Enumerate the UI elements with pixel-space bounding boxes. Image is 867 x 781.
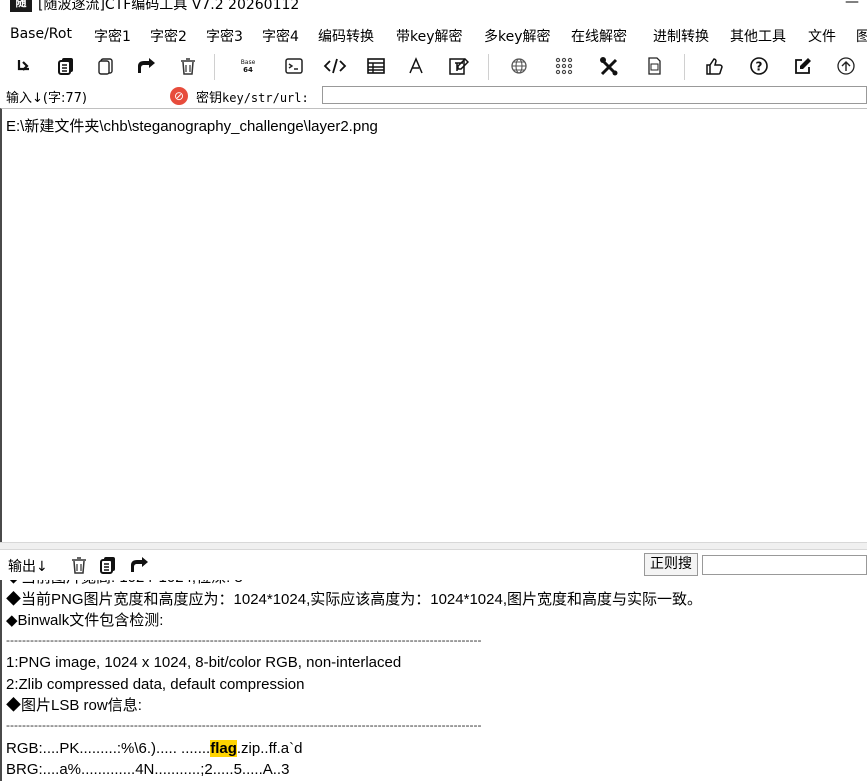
rgb-suffix: .zip..ff.a`d <box>236 740 303 757</box>
menu-key-decrypt[interactable]: 带key解密 <box>396 26 463 46</box>
menu-cipher-2[interactable]: 字密2 <box>150 26 187 46</box>
output-line: 1:PNG image, 1024 x 1024, 8-bit/color RG… <box>6 654 402 671</box>
output-line: ◆Binwalk文件包含检测: <box>6 612 164 629</box>
svg-text:?: ? <box>756 60 763 74</box>
toolbar-divider <box>488 54 489 80</box>
format-icon[interactable] <box>444 52 472 80</box>
toolbar: Base 64 ? <box>0 48 867 84</box>
toolbar-divider <box>214 54 215 80</box>
code-icon[interactable] <box>321 52 349 80</box>
menu-base-convert[interactable]: 进制转换 <box>653 26 709 46</box>
document-icon[interactable] <box>640 52 668 80</box>
output-line: 2:Zlib compressed data, default compress… <box>6 676 305 693</box>
app-logo: 随 <box>10 0 32 12</box>
output-line: ◆图片LSB row信息: <box>6 697 142 714</box>
rgb-prefix: RGB:....PK.........:%\6.)..... ....... <box>6 740 211 757</box>
menu-online-decrypt[interactable]: 在线解密 <box>571 26 627 46</box>
grid-icon[interactable] <box>550 52 578 80</box>
pane-splitter[interactable] <box>0 542 867 550</box>
menu-cipher-4[interactable]: 字密4 <box>262 26 299 46</box>
table-icon[interactable] <box>362 52 390 80</box>
input-icon[interactable] <box>10 52 38 80</box>
copy-icon[interactable] <box>52 52 80 80</box>
regex-search-button[interactable]: 正则搜 <box>644 553 698 576</box>
share-icon[interactable] <box>128 555 148 575</box>
thumbs-up-icon[interactable] <box>700 52 728 80</box>
font-icon[interactable] <box>402 52 430 80</box>
input-text: E:\新建文件夹\chb\steganography_challenge\lay… <box>6 118 378 135</box>
edit-icon[interactable] <box>789 52 817 80</box>
menu-bar: Base/Rot 字密1 字密2 字密3 字密4 编码转换 带key解密 多ke… <box>0 22 867 48</box>
share-icon[interactable] <box>132 52 160 80</box>
globe-icon[interactable] <box>505 52 533 80</box>
divider-line: ----------------------------------------… <box>6 718 482 732</box>
terminal-icon[interactable] <box>280 52 308 80</box>
output-textarea[interactable]: ◆当前图片宽高: 1024*1024,位深: 8 ◆当前PNG图片宽度和高度应为… <box>0 580 867 781</box>
clear-key-icon[interactable]: ⊘ <box>170 87 188 105</box>
divider-line: ----------------------------------------… <box>6 633 482 647</box>
copy-icon[interactable] <box>98 555 118 575</box>
svg-text:Base: Base <box>241 59 256 66</box>
upload-icon[interactable] <box>832 52 860 80</box>
output-line: ◆当前图片宽高: 1024*1024,位深: 8 <box>6 580 243 588</box>
menu-other-tools[interactable]: 其他工具 <box>730 26 786 46</box>
output-line-brg: BRG:....a%.............4N...........;2..… <box>6 761 290 778</box>
window-title: [随波逐流]CTF编码工具 V7.2 20260112 <box>38 0 300 13</box>
svg-text:64: 64 <box>243 66 253 74</box>
key-input[interactable] <box>322 86 867 104</box>
title-bar: 随 [随波逐流]CTF编码工具 V7.2 20260112 — <box>0 0 867 22</box>
output-label: 输出↓ <box>8 559 48 575</box>
input-textarea[interactable]: E:\新建文件夹\chb\steganography_challenge\lay… <box>0 108 867 542</box>
help-icon[interactable]: ? <box>745 52 773 80</box>
menu-base-rot[interactable]: Base/Rot <box>10 26 72 42</box>
regex-input[interactable] <box>702 555 867 575</box>
output-line: ◆当前PNG图片宽度和高度应为：1024*1024,实际应该高度为：1024*1… <box>6 591 702 608</box>
toolbar-divider <box>684 54 685 80</box>
menu-image[interactable]: 图 <box>856 26 867 46</box>
tools-icon[interactable] <box>595 52 623 80</box>
key-label: 密钥key/str/url: <box>196 87 309 106</box>
menu-encoding[interactable]: 编码转换 <box>318 26 374 46</box>
menu-multi-key-decrypt[interactable]: 多key解密 <box>484 26 551 46</box>
menu-cipher-1[interactable]: 字密1 <box>94 26 131 46</box>
menu-file[interactable]: 文件 <box>808 26 836 46</box>
paste-icon[interactable] <box>92 52 120 80</box>
output-line-rgb: RGB:....PK.........:%\6.)..... .......fl… <box>6 739 302 759</box>
key-label-cn: 密钥 <box>196 91 223 106</box>
output-bar: 输出↓ 正则搜 <box>0 550 867 580</box>
key-label-en: key/str/url: <box>222 91 309 105</box>
minimize-button[interactable]: — <box>845 0 859 10</box>
input-label: 输入↓(字:77) <box>6 91 87 106</box>
input-bar: 输入↓(字:77) ⊘ 密钥key/str/url: <box>0 84 867 108</box>
base64-icon[interactable]: Base 64 <box>234 52 262 80</box>
trash-icon[interactable] <box>174 52 202 80</box>
search-highlight: flag <box>210 740 237 757</box>
trash-icon[interactable] <box>70 555 90 575</box>
menu-cipher-3[interactable]: 字密3 <box>206 26 243 46</box>
